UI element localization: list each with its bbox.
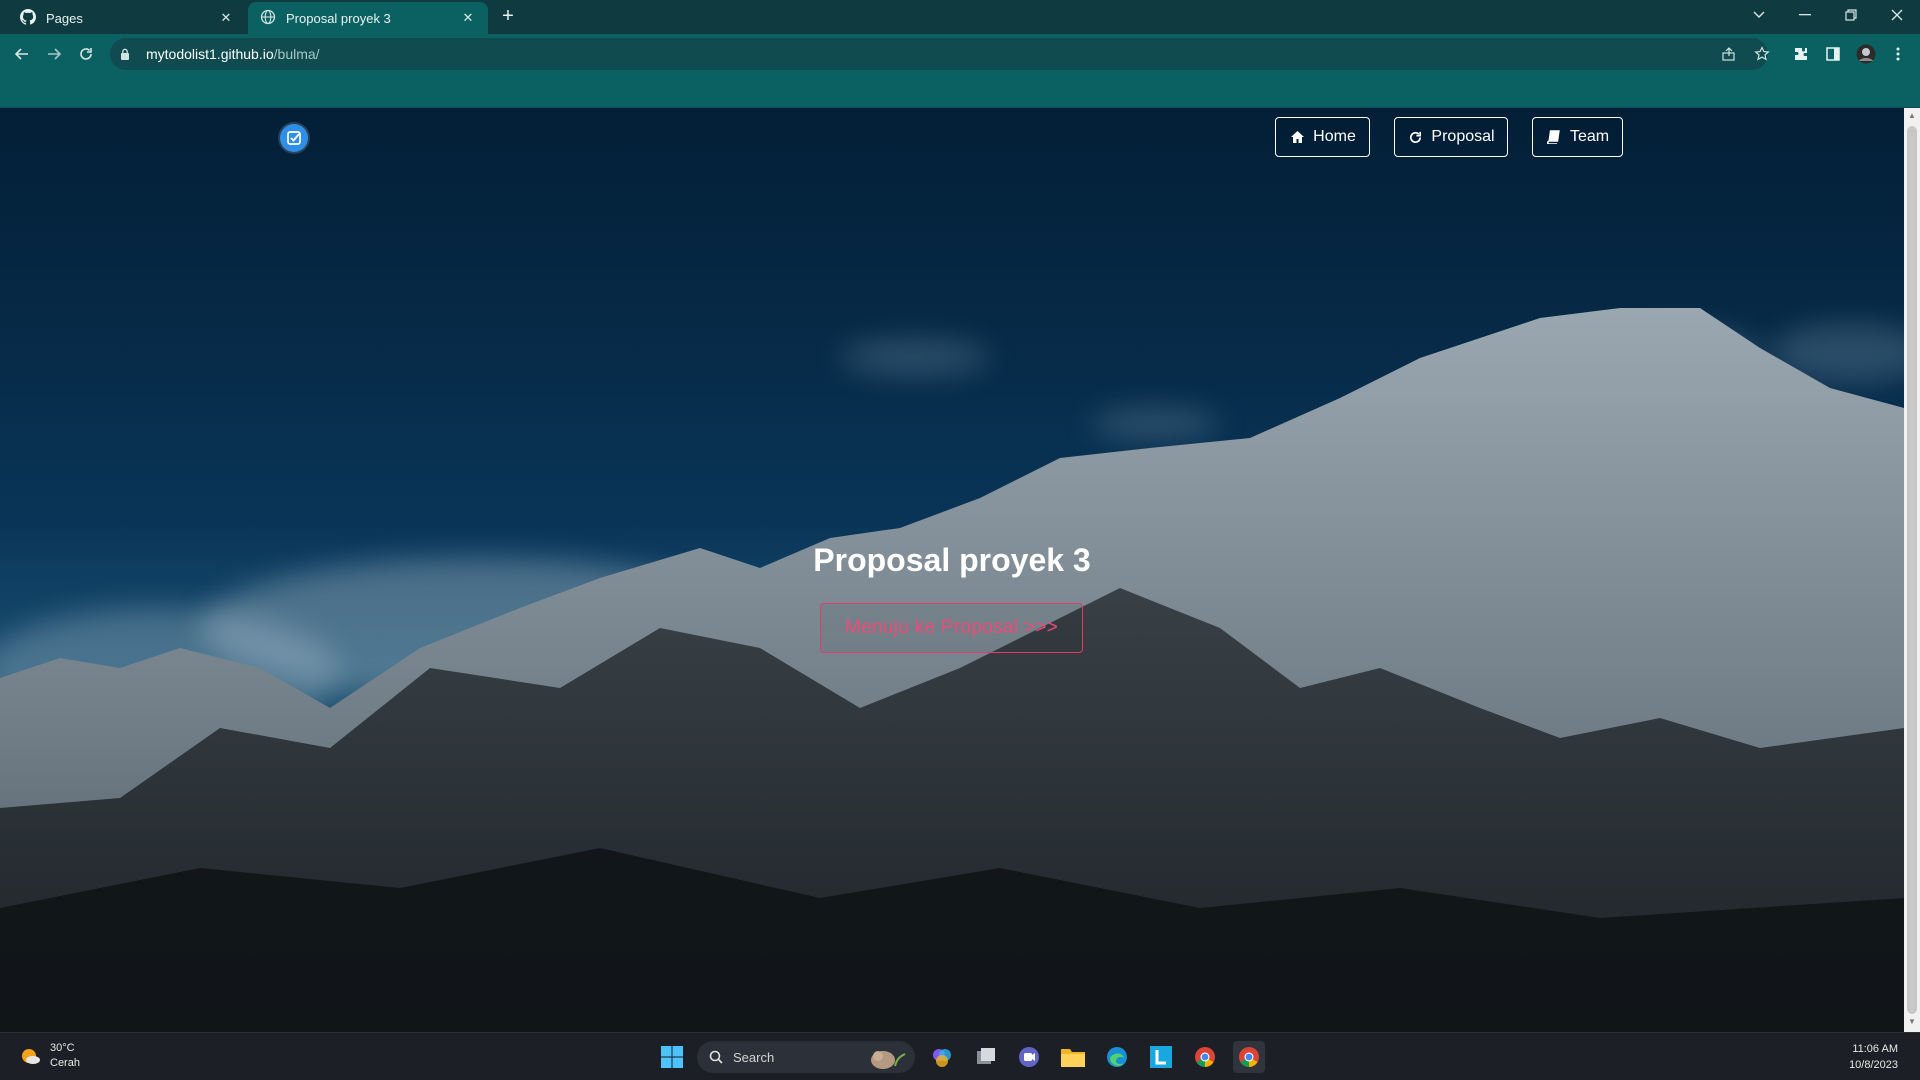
taskbar-search[interactable]: Search	[697, 1041, 915, 1073]
tab-pages[interactable]: Pages ✕	[8, 2, 246, 34]
tab-pages-label: Pages	[46, 10, 83, 26]
url-path: /bulma/	[273, 46, 320, 62]
search-icon	[709, 1050, 723, 1064]
tab-close-icon[interactable]: ✕	[460, 10, 476, 26]
browser-toolbar: mytodolist1.github.io/bulma/	[0, 34, 1920, 74]
weather-widget[interactable]: 30°C Cerah	[18, 1041, 80, 1071]
home-icon	[1289, 129, 1305, 145]
side-panel-icon[interactable]	[1822, 43, 1844, 65]
scroll-down-icon[interactable]: ▼	[1908, 1018, 1916, 1026]
book-icon	[1546, 129, 1562, 145]
task-view-icon[interactable]	[970, 1041, 1002, 1073]
teams-chat-icon[interactable]	[1013, 1041, 1045, 1073]
scroll-up-icon[interactable]: ▲	[1908, 112, 1916, 120]
clock-date: 10/8/2023	[1849, 1059, 1898, 1071]
tab-search-icon[interactable]	[1736, 0, 1782, 30]
windows-icon	[661, 1046, 683, 1068]
reload-button[interactable]	[75, 43, 97, 65]
browser-tab-bar: Pages ✕ Proposal proyek 3 ✕ +	[0, 0, 1920, 34]
nav-team-button[interactable]: Team	[1532, 117, 1623, 157]
minimize-button[interactable]	[1782, 0, 1828, 30]
github-icon	[20, 8, 36, 28]
tab-close-icon[interactable]: ✕	[218, 10, 234, 26]
back-button[interactable]	[11, 43, 33, 65]
tab-proposal[interactable]: Proposal proyek 3 ✕	[248, 2, 488, 34]
scrollbar-thumb[interactable]	[1907, 126, 1917, 1014]
nav-home-label: Home	[1313, 128, 1356, 145]
restore-button[interactable]	[1828, 0, 1874, 30]
system-clock[interactable]: 11:06 AM 10/8/2023	[1849, 1041, 1898, 1073]
browser-menu-icon[interactable]	[1887, 43, 1909, 65]
url-host: mytodolist1.github.io	[146, 46, 274, 62]
forward-button[interactable]	[43, 43, 65, 65]
app-l-icon[interactable]	[1145, 1041, 1177, 1073]
globe-icon	[260, 9, 276, 28]
weather-description: Cerah	[50, 1057, 80, 1069]
chrome-icon[interactable]	[1189, 1041, 1221, 1073]
nav-proposal-button[interactable]: Proposal	[1394, 117, 1508, 157]
weather-temperature: 30°C	[50, 1042, 75, 1054]
hero-title: Proposal proyek 3	[813, 542, 1091, 578]
bookmarks-bar	[0, 74, 1920, 108]
search-highlight-icon	[871, 1051, 906, 1069]
address-bar[interactable]: mytodolist1.github.io/bulma/	[110, 38, 1768, 70]
copilot-icon[interactable]	[926, 1041, 958, 1073]
edge-icon[interactable]	[1101, 1041, 1133, 1073]
nav-team-label: Team	[1569, 128, 1610, 145]
page-scrollbar[interactable]: ▲ ▼	[1904, 108, 1920, 1032]
clock-time: 11:06 AM	[1852, 1043, 1898, 1055]
close-window-button[interactable]	[1874, 0, 1920, 30]
nav-home-button[interactable]: Home	[1275, 117, 1370, 157]
file-explorer-icon[interactable]	[1057, 1041, 1089, 1073]
weather-sun-icon	[22, 1049, 40, 1064]
nav-proposal-label: Proposal	[1431, 128, 1495, 145]
page-viewport: Home Proposal Team Proposal proyek 3 Men…	[0, 108, 1904, 1032]
go-to-proposal-button[interactable]: Menuju ke Proposal >>>	[820, 603, 1083, 653]
profile-avatar[interactable]	[1855, 43, 1877, 65]
chrome-profile-icon[interactable]	[1233, 1041, 1265, 1073]
site-logo-icon[interactable]	[280, 124, 308, 152]
tab-proposal-label: Proposal proyek 3	[286, 10, 391, 26]
lock-icon	[120, 47, 134, 61]
windows-taskbar: 30°C Cerah Search 11:06 AM 10/8/2023	[0, 1032, 1920, 1080]
bookmark-star-icon[interactable]	[1751, 43, 1773, 65]
new-tab-button[interactable]: +	[496, 6, 520, 28]
taskbar-search-placeholder: Search	[733, 1049, 775, 1065]
share-icon[interactable]	[1718, 43, 1740, 65]
start-button[interactable]	[656, 1041, 688, 1073]
extensions-icon[interactable]	[1790, 43, 1812, 65]
refresh-icon	[1407, 129, 1423, 145]
